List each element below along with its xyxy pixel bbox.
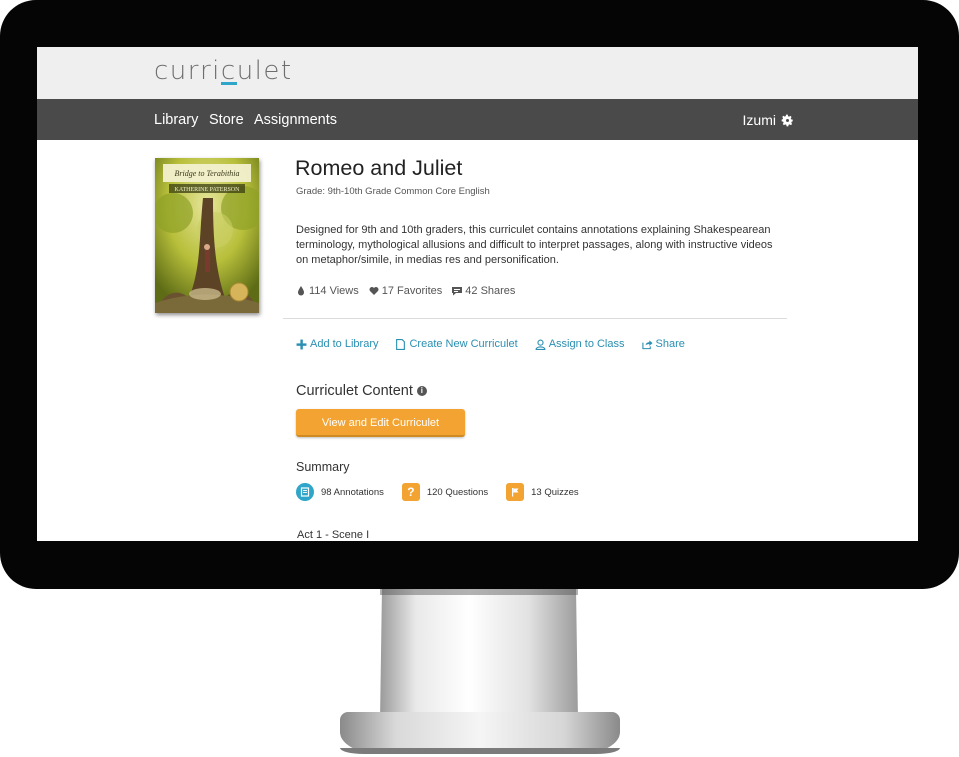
- cover-title: Bridge to Terabithia: [174, 169, 239, 178]
- comment-icon: [452, 287, 463, 296]
- questions-summary: ? 120 Questions: [401, 483, 488, 501]
- user-name: Izumi: [742, 112, 776, 128]
- quizzes-summary: 13 Quizzes: [506, 483, 579, 501]
- annotation-icon: [296, 483, 314, 501]
- user-icon: [535, 339, 546, 350]
- share-link[interactable]: Share: [641, 338, 685, 350]
- curriculet-logo[interactable]: curriculet: [154, 56, 293, 86]
- flag-icon: [506, 483, 525, 501]
- view-edit-curriculet-button[interactable]: View and Edit Curriculet: [296, 409, 465, 437]
- nav-store[interactable]: Store: [209, 112, 244, 128]
- book-cover-illustration: Bridge to Terabithia KATHERINE PATERSON: [155, 158, 259, 313]
- plus-icon: [296, 339, 307, 349]
- user-menu[interactable]: Izumi: [743, 112, 794, 128]
- nav-assignments[interactable]: Assignments: [254, 112, 337, 128]
- monitor-screen: curriculet Library Store Assignments Izu…: [37, 47, 918, 541]
- assign-to-class-link[interactable]: Assign to Class: [535, 338, 625, 350]
- shares-count: 42 Shares: [465, 285, 516, 297]
- gear-icon: [781, 114, 793, 126]
- summary-row: 98 Annotations ? 120 Questions 13 Quizze…: [296, 483, 579, 501]
- favorites-stat: 17 Favorites: [369, 285, 443, 297]
- monitor-neck: [380, 589, 578, 721]
- add-to-library-link[interactable]: Add to Library: [296, 338, 378, 350]
- main-nav: Library Store Assignments Izumi: [37, 99, 918, 140]
- divider: [283, 318, 787, 319]
- page-title: Romeo and Juliet: [295, 156, 463, 180]
- description: Designed for 9th and 10th graders, this …: [296, 224, 773, 266]
- curriculet-content-heading: Curriculet Content i: [296, 383, 427, 399]
- favorites-count: 17 Favorites: [381, 285, 443, 297]
- share-icon: [641, 339, 653, 349]
- info-icon[interactable]: i: [416, 386, 427, 396]
- create-curriculet-link[interactable]: Create New Curriculet: [395, 338, 518, 350]
- document-icon: [396, 338, 406, 350]
- cover-author: KATHERINE PATERSON: [175, 187, 241, 193]
- summary-heading: Summary: [296, 460, 350, 474]
- views-count: 114 Views: [309, 285, 359, 297]
- views-stat: 114 Views: [296, 285, 359, 297]
- grade-label: Grade: 9th-10th Grade Common Core Englis…: [296, 186, 490, 197]
- monitor-base-edge: [340, 748, 620, 754]
- heart-icon: [369, 287, 379, 295]
- shares-stat: 42 Shares: [452, 285, 515, 297]
- book-cover[interactable]: Bridge to Terabithia KATHERINE PATERSON: [155, 158, 259, 313]
- monitor-neck-shadow: [380, 589, 578, 595]
- annotations-summary: 98 Annotations: [296, 483, 384, 501]
- action-bar: Add to Library Create New Curriculet Ass…: [296, 338, 685, 350]
- act-heading: Act 1 - Scene I: [297, 529, 370, 541]
- nav-library[interactable]: Library: [154, 112, 198, 128]
- stats-row: 114 Views 17 Favorites 42 Shares: [296, 285, 515, 297]
- question-icon: ?: [401, 483, 420, 501]
- drop-icon: [298, 286, 304, 296]
- header-bar: curriculet: [37, 47, 918, 99]
